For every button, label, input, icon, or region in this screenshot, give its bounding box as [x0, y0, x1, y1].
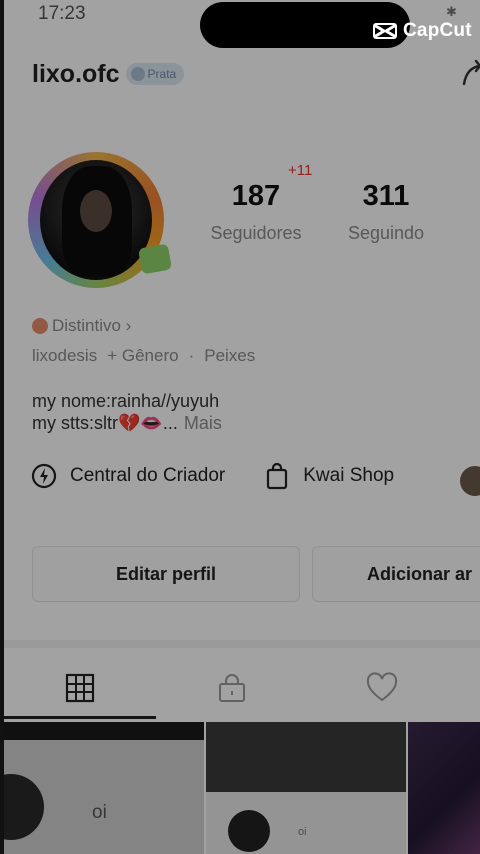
tier-badge[interactable]: Prata — [125, 63, 185, 85]
capcut-watermark: CapCut — [372, 20, 472, 42]
active-tab-indicator — [4, 716, 156, 719]
post-thumbnail[interactable]: oi — [206, 722, 406, 854]
post-caption: oi — [92, 802, 107, 823]
capcut-logo-icon — [373, 23, 397, 39]
badge-link-label: Distintivo › — [52, 316, 132, 335]
username: lixo.ofc — [32, 59, 120, 88]
edit-profile-button[interactable]: Editar perfil — [32, 546, 300, 602]
frame-edge — [0, 0, 4, 854]
tab-private[interactable] — [212, 668, 252, 708]
kwai-shop-label: Kwai Shop — [303, 465, 395, 486]
tab-liked[interactable] — [362, 668, 402, 708]
avatar-sticker — [137, 243, 173, 275]
tag-gender[interactable]: + Gênero — [107, 346, 178, 366]
followers-count: 187 — [231, 180, 281, 212]
creator-center-label: Central do Criador — [70, 465, 226, 486]
following-label: Seguindo — [347, 223, 425, 243]
more-tools-avatar[interactable] — [460, 466, 480, 496]
bio: my nome:rainha//yuyuh my stts:sltr💔👄... M… — [32, 390, 222, 434]
posts-grid: oi oi — [0, 722, 480, 854]
bluetooth-icon: ✱ — [446, 4, 457, 19]
profile-header: lixo.ofc Prata — [32, 56, 185, 92]
tag-separator: · — [188, 346, 195, 365]
share-icon[interactable] — [460, 58, 480, 88]
profile-screen: 17:23 ✱ lixo.ofc Prata +11 187 Seguidore… — [0, 0, 480, 854]
avatar[interactable] — [22, 148, 173, 288]
followers-delta-badge: +11 — [288, 162, 313, 179]
lock-icon — [219, 674, 245, 702]
post-thumbnail[interactable] — [408, 722, 480, 854]
bio-line-2: my stts:sltr💔👄... — [32, 413, 178, 433]
grid-icon — [65, 673, 95, 703]
avatar-photo — [40, 160, 152, 280]
tag-handle: lixodesis — [32, 346, 98, 365]
thumbnail-top-band — [0, 722, 204, 740]
avatar-face — [80, 190, 112, 232]
thumbnail-avatar — [0, 774, 44, 840]
creator-center-button[interactable]: Central do Criador — [30, 462, 225, 490]
status-time: 17:23 — [38, 3, 86, 24]
add-friends-button[interactable]: Adicionar ar — [312, 546, 480, 602]
tab-posts[interactable] — [60, 668, 100, 708]
creator-center-icon — [31, 463, 57, 489]
bio-more-link[interactable]: Mais — [184, 413, 222, 433]
followers-stat[interactable]: 187 Seguidores — [200, 180, 312, 244]
post-thumbnail[interactable]: oi — [0, 722, 204, 854]
followers-label: Seguidores — [210, 223, 302, 243]
bio-line-1: my nome:rainha//yuyuh — [32, 391, 220, 411]
medal-icon — [32, 318, 48, 334]
kwai-shop-button[interactable]: Kwai Shop — [263, 462, 394, 490]
badge-link[interactable]: Distintivo › — [32, 316, 131, 336]
capcut-text: CapCut — [403, 20, 472, 41]
profile-tags: lixodesis + Gênero · Peixes — [32, 346, 255, 366]
tag-sign: Peixes — [204, 346, 256, 365]
following-stat[interactable]: 311 Seguindo — [338, 180, 434, 244]
creator-tools: Central do Criador Kwai Shop — [30, 462, 480, 496]
post-caption: oi — [298, 826, 307, 838]
thumbnail-avatar — [228, 810, 270, 852]
section-divider — [0, 640, 480, 648]
shopping-bag-icon — [267, 462, 288, 490]
following-count: 311 — [362, 180, 410, 212]
heart-icon — [366, 672, 398, 702]
